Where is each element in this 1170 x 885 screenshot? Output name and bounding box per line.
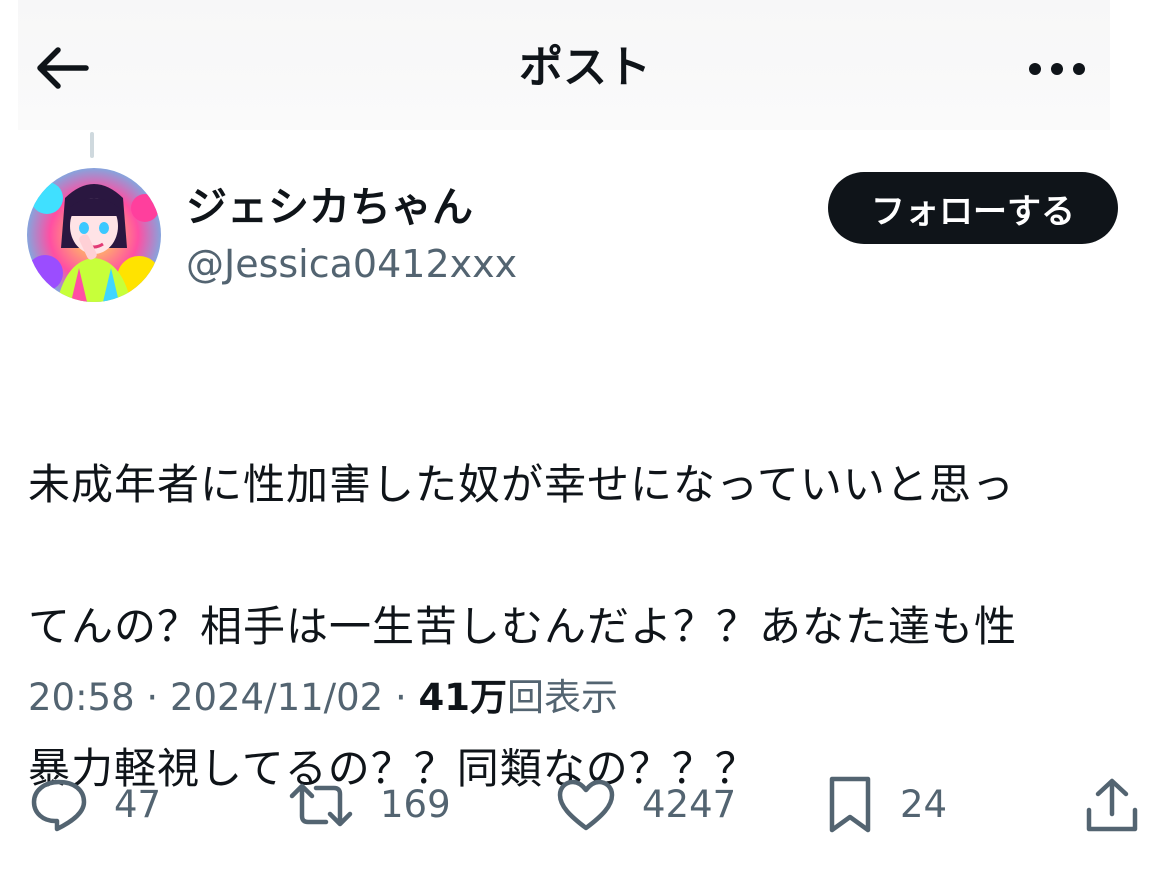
share-icon (1086, 778, 1138, 832)
avatar-image (27, 168, 161, 302)
bookmark-count: 24 (900, 783, 948, 826)
reply-button[interactable]: 47 (30, 765, 161, 845)
post-text-line: 未成年者に性加害した奴が幸せになっていいと思っ (28, 460, 1015, 509)
post-text-line: てんの？相手は一生苦しむんだよ？？あなた達も性 (28, 602, 1018, 651)
heart-icon (557, 779, 615, 831)
meta-separator: · (146, 676, 159, 719)
share-button[interactable] (1084, 765, 1140, 845)
author-handle[interactable]: @Jessica0412xxx (186, 238, 517, 290)
more-horizontal-icon (1029, 63, 1085, 75)
author-display-name[interactable]: ジェシカちゃん (186, 180, 473, 234)
avatar[interactable] (27, 168, 161, 302)
bookmark-button[interactable]: 24 (826, 765, 947, 845)
more-options-button[interactable] (1022, 44, 1092, 94)
reply-icon (31, 779, 87, 832)
repost-button[interactable]: 169 (288, 765, 451, 845)
action-bar: 47 169 4247 24 (0, 765, 1170, 845)
post-time[interactable]: 20:58 (28, 676, 135, 719)
views-label: 回表示 (507, 676, 618, 719)
repost-icon (289, 783, 353, 827)
page-title: ポスト (519, 42, 651, 93)
repost-count: 169 (380, 783, 451, 826)
post-meta: 20:58 · 2024/11/02 · 41万回表示 (28, 672, 618, 724)
reply-count: 47 (114, 783, 162, 826)
meta-separator: · (394, 676, 407, 719)
post-detail-page: ポスト ジェシカちゃん @Jessica0412xxx フォローする 未成年者に… (0, 0, 1170, 885)
like-count: 4247 (642, 783, 737, 826)
bookmark-icon (829, 776, 871, 833)
like-button[interactable]: 4247 (556, 765, 736, 845)
views-count[interactable]: 41万 (419, 676, 508, 719)
post-date[interactable]: 2024/11/02 (170, 676, 383, 719)
follow-button[interactable]: フォローする (828, 172, 1118, 244)
thread-connector-line (90, 132, 94, 158)
